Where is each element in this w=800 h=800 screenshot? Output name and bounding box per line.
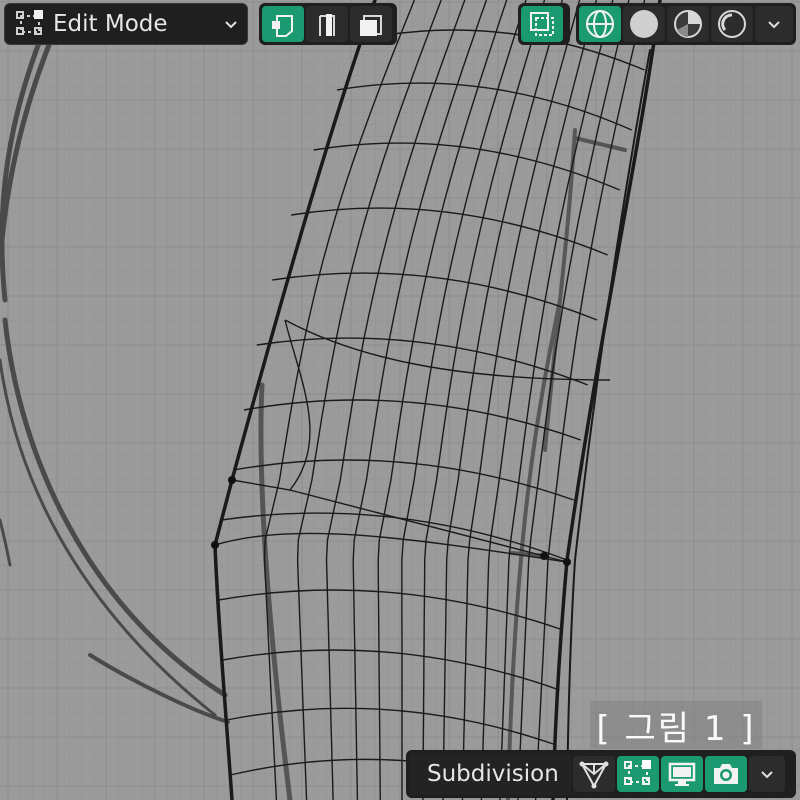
mode-dropdown[interactable]: Edit Mode <box>4 3 248 45</box>
material-preview-button[interactable] <box>667 6 709 42</box>
wireframe-mesh <box>214 0 646 800</box>
mesh-outline <box>213 0 662 800</box>
xray-toggle-button[interactable] <box>521 6 563 42</box>
vertex-select-button[interactable] <box>262 6 304 42</box>
select-mode-group <box>259 3 397 45</box>
chevron-down-icon <box>766 14 782 34</box>
wireframe-shading-icon <box>584 8 616 40</box>
modifier-header: Subdivision <box>406 750 796 798</box>
viewport-canvas[interactable] <box>0 0 800 800</box>
shading-group <box>576 3 796 45</box>
edit-mode-display-button[interactable] <box>616 756 659 792</box>
modifier-name[interactable]: Subdivision <box>409 753 571 795</box>
figure-caption: [ 그림 1 ] <box>590 701 762 749</box>
edge-select-icon <box>312 9 342 39</box>
chevron-down-icon <box>223 14 239 38</box>
solid-shading-button[interactable] <box>623 6 665 42</box>
render-display-button[interactable] <box>704 756 747 792</box>
vertex-point[interactable] <box>540 552 548 560</box>
vertex-point[interactable] <box>563 558 571 566</box>
realtime-display-button[interactable] <box>660 756 703 792</box>
edit-mode-icon <box>15 9 45 39</box>
wireframe-shading-button[interactable] <box>579 6 621 42</box>
xray-group <box>518 3 570 45</box>
vertex-point[interactable] <box>211 541 219 549</box>
modifier-options-dropdown[interactable] <box>748 756 785 792</box>
face-select-icon <box>356 9 386 39</box>
render-display-icon <box>711 759 741 789</box>
on-cage-button[interactable] <box>572 756 615 792</box>
mode-label: Edit Mode <box>53 11 168 37</box>
face-select-button[interactable] <box>350 6 392 42</box>
rendered-shading-button[interactable] <box>711 6 753 42</box>
viewport-grid <box>0 0 800 800</box>
xray-toggle-icon <box>527 9 557 39</box>
material-preview-icon <box>672 8 704 40</box>
shading-options-dropdown[interactable] <box>755 6 793 42</box>
vertex-select-icon <box>268 9 298 39</box>
edge-select-button[interactable] <box>306 6 348 42</box>
3d-viewport[interactable] <box>0 0 800 800</box>
rendered-shading-icon <box>716 8 748 40</box>
vertex-point[interactable] <box>228 476 236 484</box>
on-cage-icon <box>578 758 610 790</box>
realtime-display-icon <box>667 759 697 789</box>
solid-shading-icon <box>628 8 660 40</box>
chevron-down-icon <box>759 764 775 784</box>
edit-mode-display-icon <box>623 759 653 789</box>
